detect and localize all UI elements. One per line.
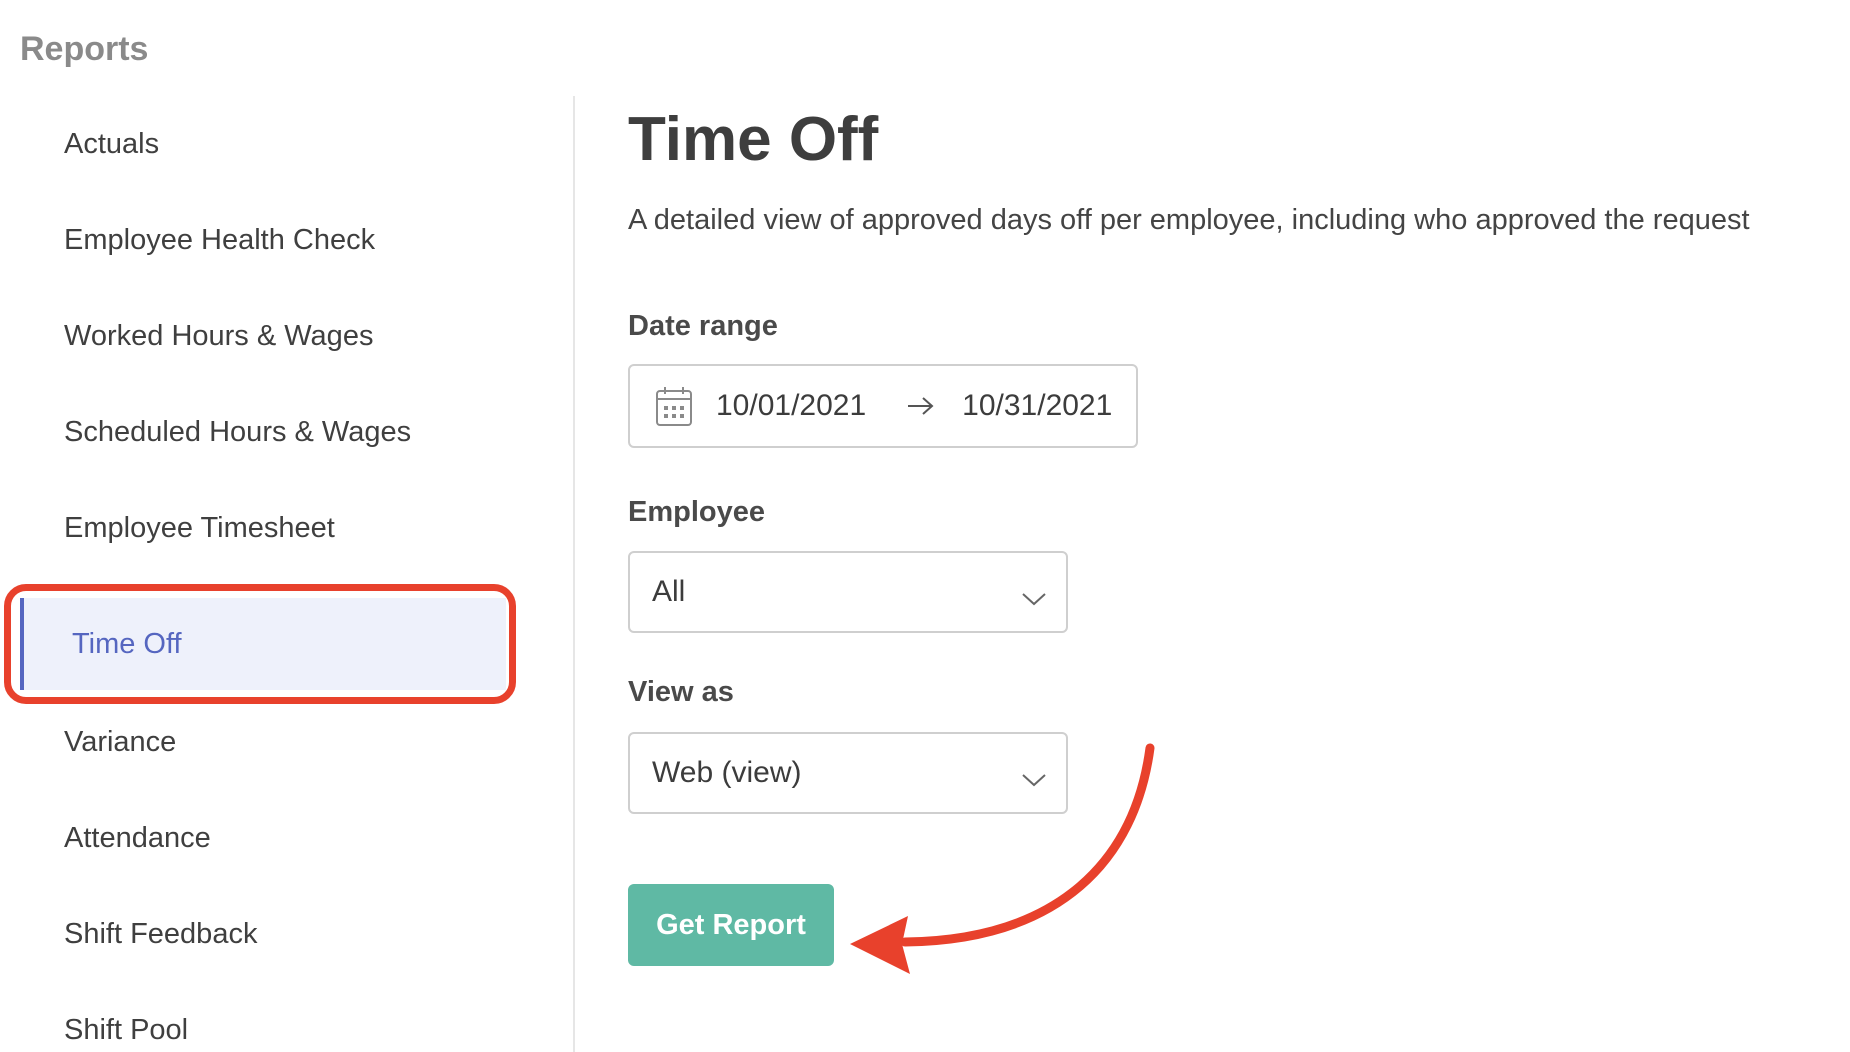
reports-sidebar: Actuals Employee Health Check Worked Hou… (0, 96, 574, 1052)
date-range-picker[interactable]: 10/01/2021 10/31/2021 (628, 364, 1138, 448)
sidebar-item-employee-health-check[interactable]: Employee Health Check (0, 192, 574, 288)
sidebar-item-label: Actuals (64, 127, 160, 160)
sidebar-item-attendance[interactable]: Attendance (0, 790, 574, 886)
sidebar-item-time-off[interactable]: Time Off (20, 598, 506, 690)
view-as-select-value: Web (view) (652, 756, 802, 789)
sidebar-item-label: Employee Health Check (64, 223, 376, 256)
date-range-start[interactable]: 10/01/2021 (716, 389, 866, 423)
sidebar-item-label: Time Off (72, 627, 182, 660)
date-range-label: Date range (628, 310, 778, 342)
chevron-down-icon (1020, 583, 1048, 606)
sidebar-item-label: Employee Timesheet (64, 511, 335, 544)
employee-select[interactable]: All (628, 551, 1068, 633)
page-description: A detailed view of approved days off per… (628, 204, 1750, 236)
sidebar-item-worked-hours-wages[interactable]: Worked Hours & Wages (0, 288, 574, 384)
page-title: Time Off (628, 105, 879, 174)
sidebar-item-shift-feedback[interactable]: Shift Feedback (0, 886, 574, 982)
sidebar-item-label: Scheduled Hours & Wages (64, 415, 412, 448)
sidebar-divider (573, 96, 575, 1052)
get-report-button[interactable]: Get Report (628, 884, 834, 966)
sidebar-item-label: Shift Pool (64, 1013, 189, 1046)
sidebar-item-actuals[interactable]: Actuals (0, 96, 574, 192)
view-as-label: View as (628, 676, 734, 708)
sidebar-item-shift-pool[interactable]: Shift Pool (0, 982, 574, 1052)
view-as-select[interactable]: Web (view) (628, 732, 1068, 814)
sidebar-item-label: Shift Feedback (64, 917, 258, 950)
calendar-icon (654, 384, 694, 428)
chevron-down-icon (1020, 764, 1048, 787)
date-range-end[interactable]: 10/31/2021 (962, 389, 1112, 423)
sidebar-item-variance[interactable]: Variance (0, 694, 574, 790)
employee-select-value: All (652, 575, 686, 608)
sidebar-item-label: Variance (64, 725, 177, 758)
employee-label: Employee (628, 496, 765, 528)
sidebar-item-label: Worked Hours & Wages (64, 319, 374, 352)
arrow-right-icon (906, 394, 938, 418)
sidebar-item-employee-timesheet[interactable]: Employee Timesheet (0, 480, 574, 576)
sidebar-item-label: Attendance (64, 821, 211, 854)
page-header-title: Reports (20, 30, 149, 68)
reports-page: Reports Actuals Employee Health Check Wo… (0, 0, 1850, 1052)
sidebar-item-scheduled-hours-wages[interactable]: Scheduled Hours & Wages (0, 384, 574, 480)
